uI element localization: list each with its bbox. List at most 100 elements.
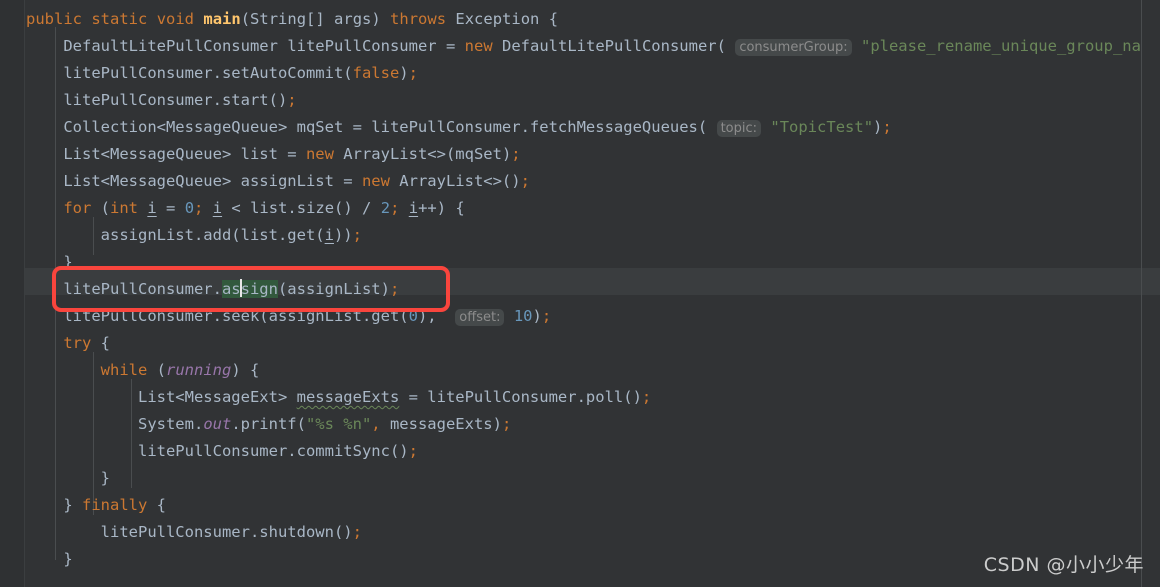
token-arraylist-mqset: ArrayList<>(mqSet) <box>333 145 512 163</box>
token-equals: = <box>445 37 456 55</box>
token-keyword-public: public <box>26 10 82 28</box>
token-call-start: litePullConsumer.start() <box>63 91 288 109</box>
token-field-out: out <box>203 415 232 433</box>
token-keyword-new-7: new <box>361 172 390 190</box>
token-keyword-new-6: new <box>305 145 334 163</box>
token-semicolon-20: ; <box>352 523 362 541</box>
token-call-fetchmessagequeues: Collection<MessageQueue> mqSet = litePul… <box>63 118 708 136</box>
token-semicolon-9: ; <box>352 226 362 244</box>
token-paren-close-9: )) <box>333 226 353 244</box>
token-semicolon-3: ; <box>408 64 418 82</box>
token-paren-close-5: ) <box>873 118 883 136</box>
token-paren-open-8: ( <box>100 199 111 217</box>
token-call-shutdown: litePullConsumer.shutdown() <box>100 523 353 541</box>
code-line-8[interactable]: for (int i = 0; i < list.size() / 2; i++… <box>0 195 1160 222</box>
token-keyword-static: static <box>91 10 148 28</box>
token-type-listmessageext: List<MessageExt> <box>137 388 297 406</box>
token-keyword-int: int <box>110 199 139 217</box>
code-line-18[interactable]: } <box>0 465 1160 492</box>
token-number-zero-12: 0 <box>408 307 418 325</box>
token-semicolon-12: ; <box>541 307 552 325</box>
code-line-19[interactable]: } finally { <box>0 492 1160 519</box>
token-paren-close-12: ) <box>532 307 542 325</box>
token-number-ten: 10 <box>513 307 533 325</box>
token-decl-list: List<MessageQueue> list = <box>63 145 306 163</box>
token-var-i-2: i <box>212 199 223 217</box>
token-equals-8: = <box>156 199 185 217</box>
token-semicolon-5: ; <box>882 118 892 136</box>
param-hint-consumergroup: consumerGroup: <box>735 39 852 56</box>
token-type-string-array: String[] <box>250 10 325 28</box>
code-line-17[interactable]: litePullConsumer.commitSync(); <box>0 438 1160 465</box>
token-arraylist-empty: ArrayList<>() <box>389 172 521 190</box>
token-brace-close-18: } <box>100 469 110 487</box>
code-line-6[interactable]: List<MessageQueue> list = new ArrayList<… <box>0 141 1160 168</box>
code-line-5[interactable]: Collection<MessageQueue> mqSet = litePul… <box>0 114 1160 141</box>
token-semicolon-15: ; <box>641 388 652 406</box>
param-hint-offset: offset: <box>455 309 505 326</box>
token-paren-brace-14: ) { <box>231 361 260 379</box>
token-paren-close-3: ) <box>399 64 409 82</box>
token-cond-8: < list.size() / <box>222 199 381 217</box>
token-call-printf: .printf( <box>231 415 306 433</box>
token-call-setautocommit: litePullConsumer.setAutoCommit( <box>63 64 353 82</box>
token-field-running: running <box>166 361 232 379</box>
code-lines[interactable]: public static void main(String[] args) t… <box>0 0 1160 587</box>
token-brace-open-13: { <box>91 334 110 352</box>
token-receiver-litepullconsumer: litePullConsumer. <box>63 280 222 298</box>
token-brace-open-19: { <box>147 496 166 514</box>
token-keyword-new: new <box>464 37 493 55</box>
token-semicolon-7: ; <box>520 172 530 190</box>
code-line-4[interactable]: litePullConsumer.start(); <box>0 87 1160 114</box>
token-comma-16: , <box>371 415 381 433</box>
code-line-11-annotated[interactable]: litePullConsumer.assign(assignList); <box>0 276 1160 303</box>
token-keyword-throws: throws <box>390 10 447 28</box>
token-brace-open: { <box>548 10 559 28</box>
code-line-3[interactable]: litePullConsumer.setAutoCommit(false); <box>0 60 1160 87</box>
code-line-20[interactable]: litePullConsumer.shutdown(); <box>0 519 1160 546</box>
token-call-poll: = litePullConsumer.poll() <box>399 388 642 406</box>
token-call-add: assignList.add(list.get( <box>100 226 325 244</box>
token-ctor-call: DefaultLitePullConsumer( <box>502 37 726 55</box>
highlighted-token-assign[interactable]: assign <box>221 279 278 298</box>
code-line-1[interactable]: public static void main(String[] args) t… <box>0 6 1160 33</box>
token-brace-close-10: } <box>63 253 73 271</box>
token-arg-messageexts: messageExts) <box>380 415 502 433</box>
code-line-14[interactable]: while (running) { <box>0 357 1160 384</box>
token-keyword-while: while <box>100 361 148 379</box>
code-line-16[interactable]: System.out.printf("%s %n", messageExts); <box>0 411 1160 438</box>
code-line-9[interactable]: assignList.add(list.get(i)); <box>0 222 1160 249</box>
token-paren-open: ( <box>240 10 251 28</box>
param-hint-topic: topic: <box>716 120 762 137</box>
token-keyword-void: void <box>156 10 195 28</box>
code-line-0[interactable] <box>0 0 1160 5</box>
token-string-topictest: "TopicTest" <box>770 118 874 136</box>
token-semicolon-8b: ; <box>390 199 400 217</box>
token-semicolon-8a: ; <box>194 199 204 217</box>
csdn-watermark: CSDN @小小少年 <box>983 554 1144 576</box>
code-line-12[interactable]: litePullConsumer.seek(assignList.get(0),… <box>0 303 1160 330</box>
token-number-two: 2 <box>380 199 391 217</box>
token-brace-close-19: } <box>63 496 82 514</box>
token-call-commitsync: litePullConsumer.commitSync() <box>137 442 409 460</box>
token-semicolon-16: ; <box>501 415 512 433</box>
token-string-format: "%s %n" <box>305 415 372 433</box>
code-line-10[interactable]: } <box>0 249 1160 276</box>
code-line-13[interactable]: try { <box>0 330 1160 357</box>
code-editor[interactable]: public static void main(String[] args) t… <box>0 0 1160 587</box>
token-var-i-1: i <box>147 199 157 217</box>
token-type-defaultlitepullconsumer: DefaultLitePullConsumer <box>63 37 278 55</box>
token-brace-close-21: } <box>63 550 73 568</box>
code-line-15[interactable]: List<MessageExt> messageExts = litePullC… <box>0 384 1160 411</box>
token-paren-close: ) <box>371 10 381 28</box>
token-decl-assignlist: List<MessageQueue> assignList = <box>63 172 362 190</box>
assign-prefix: as <box>221 280 241 298</box>
code-line-7[interactable]: List<MessageQueue> assignList = new Arra… <box>0 168 1160 195</box>
token-string-consumergroup: "please_rename_unique_group_na <box>860 37 1141 55</box>
token-keyword-false: false <box>352 64 400 82</box>
token-keyword-for: for <box>63 199 92 217</box>
token-var-messageexts-warning: messageExts <box>296 388 400 406</box>
token-keyword-try: try <box>63 334 92 352</box>
token-keyword-finally: finally <box>82 496 148 514</box>
code-line-2[interactable]: DefaultLitePullConsumer litePullConsumer… <box>0 33 1160 60</box>
